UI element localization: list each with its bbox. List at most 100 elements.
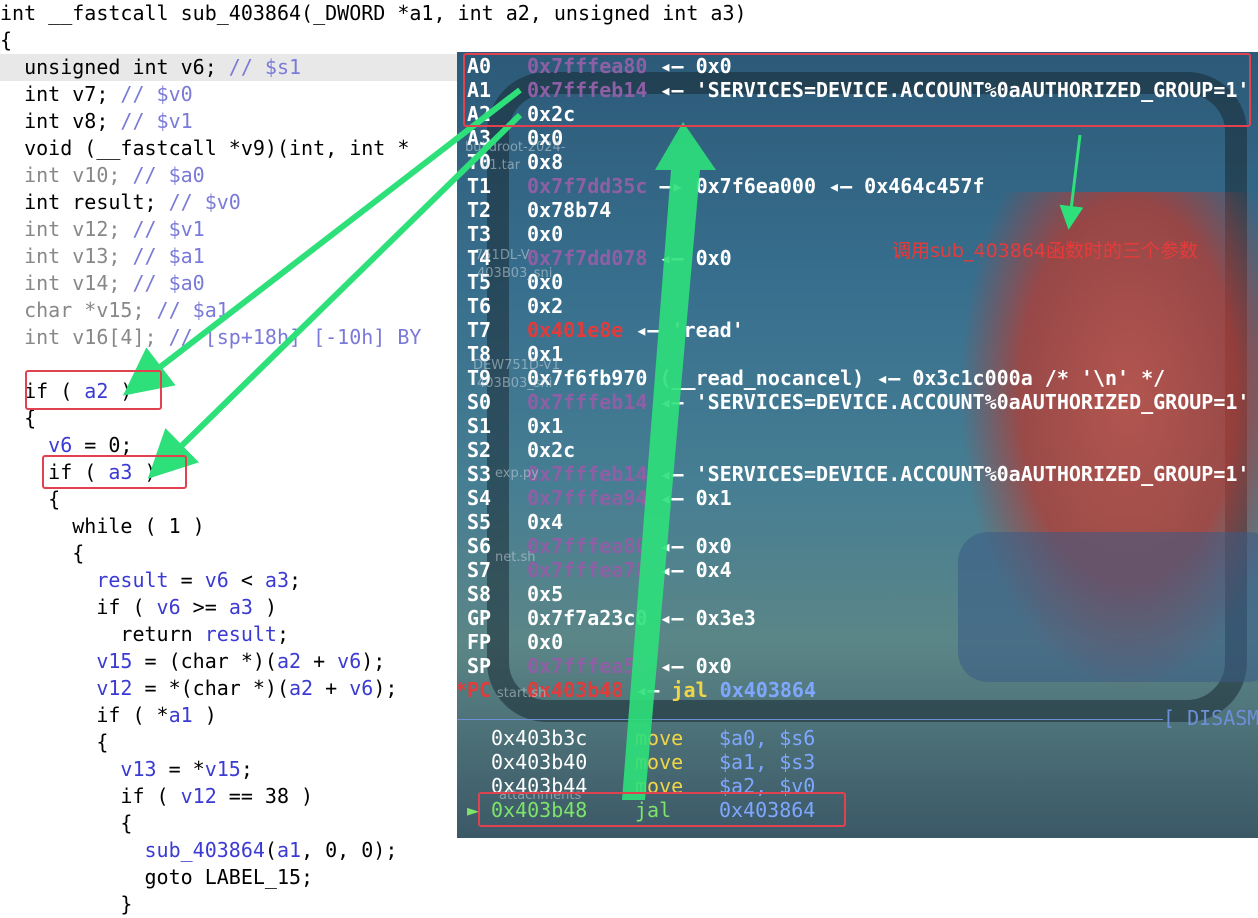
code-text: int v14; [0, 271, 133, 295]
code-identifier[interactable]: a1 [169, 703, 193, 727]
code-line[interactable]: v13 = *v15; [0, 756, 253, 783]
highlight-a3-condition [42, 455, 187, 489]
desktop-icon-label: DEW751D-V1 [473, 358, 560, 373]
code-comment: // $s1 [228, 55, 302, 79]
code-line[interactable]: } [0, 891, 132, 918]
code-text: while ( 1 ) [0, 514, 205, 538]
code-line[interactable]: v12 = *(char *)(a2 + v6); [0, 675, 397, 702]
code-identifier[interactable]: a1 [277, 838, 301, 862]
code-text: { [0, 487, 61, 511]
code-text: < [228, 568, 265, 592]
register-addr: 0x7f7dd35c [527, 174, 648, 198]
register-rest: ◂— [623, 678, 672, 702]
code-text: ; [240, 757, 253, 781]
code-identifier[interactable]: v15 [96, 649, 132, 673]
code-text: int __fastcall sub_403864(_DWORD *a1, in… [0, 1, 747, 25]
code-text: int v10; [0, 163, 133, 187]
code-identifier[interactable]: v12 [96, 676, 132, 700]
desktop-icon-label: start.sh [497, 686, 547, 701]
code-line[interactable]: int v8; // $v1 [0, 108, 193, 135]
code-comment: // [sp+18h] [-10h] BY [168, 325, 422, 349]
register-rest: ◂— 'SERVICES=DEVICE.ACCOUNT%0aAUTHORIZED… [647, 390, 1250, 414]
code-comment: // $a1 [156, 298, 229, 322]
register-row: T3 0x0 [467, 222, 563, 246]
code-comment: // $v0 [120, 82, 193, 106]
code-line[interactable]: return result; [0, 621, 289, 648]
register-val: 0x78b74 [527, 198, 612, 222]
code-line[interactable]: char *v15; // $a1 [0, 297, 229, 324]
register-val: 0x7f7a23c0 [527, 606, 648, 630]
code-identifier[interactable]: result [96, 568, 168, 592]
code-text: ); [361, 649, 386, 673]
register-name: S2 [467, 438, 492, 462]
code-identifier[interactable]: v13 [120, 757, 156, 781]
code-line[interactable]: int v14; // $a0 [0, 270, 205, 297]
code-identifier[interactable]: a3 [265, 568, 289, 592]
disasm-mnem: move [635, 726, 684, 750]
register-row: T9 0x7f6fb970 (__read_nocancel) ◂— 0x3c1c… [467, 366, 1165, 390]
code-identifier[interactable]: v15 [205, 757, 241, 781]
register-name: T2 [467, 198, 492, 222]
code-text: >= [180, 595, 229, 619]
code-line[interactable]: { [0, 27, 12, 54]
code-line[interactable]: int __fastcall sub_403864(_DWORD *a1, in… [0, 0, 747, 27]
code-line[interactable]: int v12; // $v1 [0, 216, 205, 243]
code-line[interactable]: { [0, 540, 84, 567]
code-identifier[interactable]: v6 [205, 568, 229, 592]
code-line[interactable]: void (__fastcall *v9)(int, int * [0, 135, 409, 162]
code-text: char *v15; [0, 298, 157, 322]
code-text: { [0, 811, 133, 835]
code-line[interactable]: goto LABEL_15; [0, 864, 313, 891]
register-name: S4 [467, 486, 492, 510]
code-line[interactable]: if ( v6 >= a3 ) [0, 594, 277, 621]
code-line[interactable]: if ( v12 == 38 ) [0, 783, 313, 810]
register-rest: ◂— 0x4 [647, 558, 732, 582]
code-line[interactable]: sub_403864(a1, 0, 0); [0, 837, 398, 864]
code-identifier[interactable]: v6 [157, 595, 181, 619]
disasm-addr: 0x403b3c [491, 726, 588, 750]
debugger-terminal[interactable]: A0 0x7fffea80 ◂— 0x0 A1 0x7fffeb14 ◂— 'SERV… [457, 52, 1258, 838]
code-identifier[interactable]: a2 [289, 676, 313, 700]
code-line[interactable]: int v13; // $a1 [0, 243, 205, 270]
code-text: = *(char *)( [132, 676, 289, 700]
code-line[interactable]: v15 = (char *)(a2 + v6); [0, 648, 385, 675]
code-line[interactable]: result = v6 < a3; [0, 567, 301, 594]
code-identifier[interactable]: v12 [181, 784, 217, 808]
register-name: S1 [467, 414, 492, 438]
disasm-header: [ DISASM [1163, 706, 1258, 730]
code-line[interactable]: int result; // $v0 [0, 189, 241, 216]
code-comment: // $a0 [132, 163, 205, 187]
code-line[interactable]: int v16[4]; // [sp+18h] [-10h] BY [0, 324, 421, 351]
highlight-args-registers [463, 53, 1251, 127]
code-identifier[interactable]: a2 [277, 649, 301, 673]
code-line[interactable]: { [0, 486, 60, 513]
code-text: int v16[4]; [0, 325, 169, 349]
code-line[interactable]: { [0, 729, 108, 756]
register-red: 0x401e8e [527, 318, 624, 342]
code-identifier[interactable]: result [205, 622, 277, 646]
code-text: if ( * [0, 703, 169, 727]
code-line[interactable]: if ( *a1 ) [0, 702, 216, 729]
highlight-jal-call [478, 792, 846, 827]
code-identifier[interactable]: v6 [48, 433, 72, 457]
code-text: goto LABEL_15; [0, 865, 314, 889]
code-identifier[interactable]: sub_403864 [145, 838, 265, 862]
code-text: return [0, 622, 205, 646]
code-identifier[interactable]: v6 [349, 676, 373, 700]
code-line[interactable]: int v7; // $v0 [0, 81, 193, 108]
code-identifier[interactable]: a3 [229, 595, 253, 619]
register-name: GP [467, 606, 492, 630]
register-rest: —▸ 0x7f6ea000 ◂— 0x464c457f [647, 174, 985, 198]
register-op: jal [671, 678, 708, 702]
code-line[interactable]: while ( 1 ) [0, 513, 205, 540]
desktop-icon-label: 403B03_sni [477, 376, 553, 391]
code-line[interactable]: int v10; // $a0 [0, 162, 205, 189]
code-identifier[interactable]: v6 [337, 649, 361, 673]
register-val: 0x0 [527, 630, 564, 654]
code-line[interactable]: { [0, 810, 132, 837]
disasm-mnem: move [635, 750, 684, 774]
register-row: SP 0x7fffea58 ◂— 0x0 [467, 654, 732, 678]
annotation-label: 调用sub_403864函数时的三个参数 [892, 240, 1199, 262]
code-line[interactable]: unsigned int v6; // $s1 [0, 54, 460, 81]
